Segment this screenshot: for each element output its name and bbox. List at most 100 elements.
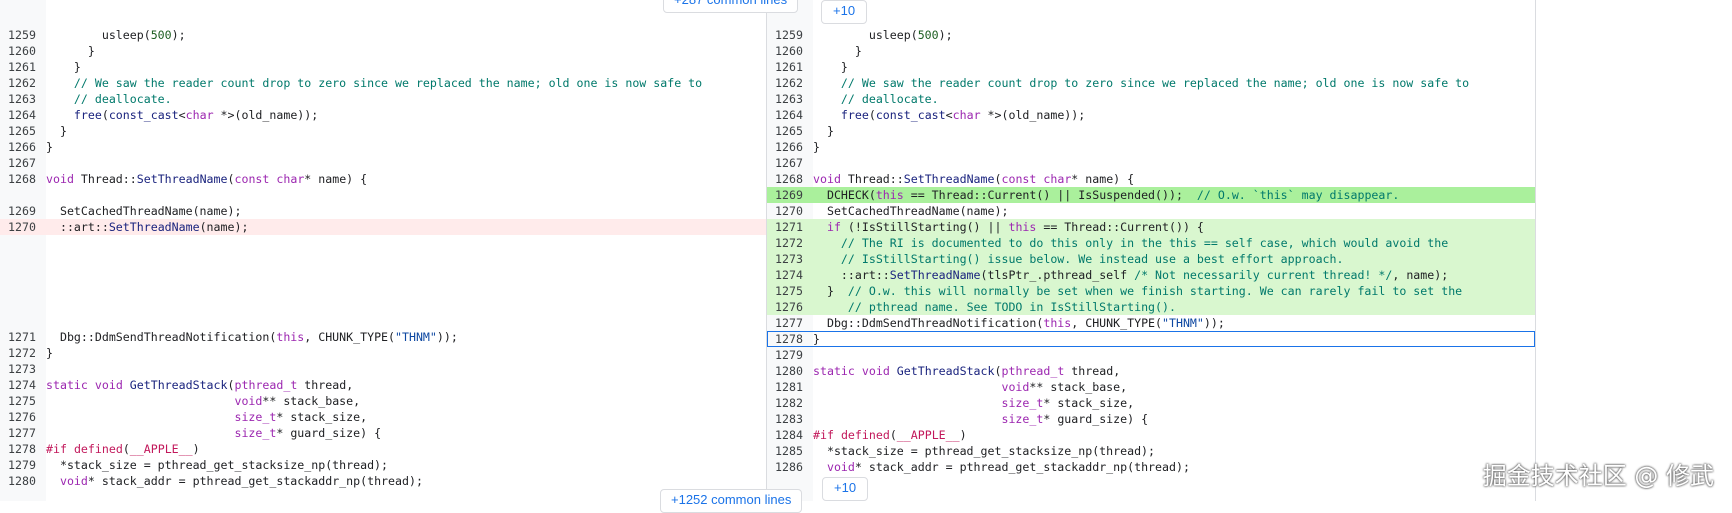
line-number[interactable]: 1268 [8,171,42,187]
left-diff-line[interactable]: 1271 Dbg::DdmSendThreadNotification(this… [0,329,766,345]
right-diff-line[interactable]: 1274 ::art::SetThreadName(tlsPtr_.pthrea… [767,267,1535,283]
left-diff-line[interactable]: 1260 } [0,43,766,59]
line-number[interactable]: 1264 [8,107,42,123]
right-diff-line[interactable]: 1272 // The RI is documented to do this … [767,235,1535,251]
left-diff-line[interactable]: 1266} [0,139,766,155]
right-diff-line[interactable]: 1275 } // O.w. this will normally be set… [767,283,1535,299]
left-diff-line[interactable]: 1274 static void GetThreadStack(pthread_t… [0,377,766,393]
left-diff-line[interactable]: 1269 SetCachedThreadName(name); [0,203,766,219]
line-number[interactable]: 1283 [775,411,809,427]
left-diff-line[interactable]: 1265 } [0,123,766,139]
right-diff-line[interactable]: 1261 } [767,59,1535,75]
right-diff-line[interactable]: 1286 void* stack_addr = pthread_get_stac… [767,459,1535,475]
right-diff-line[interactable]: 1277 Dbg::DdmSendThreadNotification(this… [767,315,1535,331]
line-number[interactable]: 1273 [775,251,809,267]
line-number[interactable]: 1278 [8,441,42,457]
right-diff-line[interactable]: 1273 // IsStillStarting() issue below. W… [767,251,1535,267]
right-diff-line[interactable]: 1271 if (!IsStillStarting() || this == T… [767,219,1535,235]
line-number[interactable]: 1276 [775,299,809,315]
left-diff-line[interactable]: 1270 ::art::SetThreadName(name); [0,219,766,235]
left-diff-line[interactable] [0,283,766,299]
line-number[interactable]: 1286 [775,459,809,475]
right-diff-line[interactable]: 1285 *stack_size = pthread_get_stacksize… [767,443,1535,459]
line-number[interactable]: 1276 [8,409,42,425]
left-diff-line[interactable]: 1273 [0,361,766,377]
left-diff-line[interactable] [0,251,766,267]
right-diff-line[interactable]: 1263 // deallocate. [767,91,1535,107]
left-diff-line[interactable]: 1268 void Thread::SetThreadName(const cha… [0,171,766,187]
line-number[interactable]: 1265 [775,123,809,139]
left-diff-line[interactable]: 1275 void** stack_base, [0,393,766,409]
line-number[interactable]: 1279 [775,347,809,363]
line-number[interactable]: 1267 [8,155,42,171]
left-diff-line[interactable]: 1280 void* stack_addr = pthread_get_stac… [0,473,766,489]
line-number[interactable]: 1263 [775,91,809,107]
right-diff-line[interactable]: 1259 usleep(500); [767,27,1535,43]
line-number[interactable]: 1274 [775,267,809,283]
line-number[interactable]: 1263 [8,91,42,107]
left-diff-line[interactable]: 1259 usleep(500); [0,27,766,43]
line-number[interactable]: 1269 [8,203,42,219]
line-number[interactable]: 1270 [775,203,809,219]
line-number[interactable]: 1259 [8,27,42,43]
line-number[interactable]: 1272 [8,345,42,361]
line-number[interactable]: 1260 [775,43,809,59]
line-number[interactable]: 1281 [775,379,809,395]
line-number[interactable]: 1277 [775,315,809,331]
expand-10-button-top[interactable]: +10 [821,0,868,24]
line-number[interactable]: 1261 [775,59,809,75]
right-diff-line[interactable]: 1268 void Thread::SetThreadName(const cha… [767,171,1535,187]
line-number[interactable]: 1261 [8,59,42,75]
left-diff-line[interactable]: 1261 } [0,59,766,75]
left-diff-line[interactable]: 1279 *stack_size = pthread_get_stacksize… [0,457,766,473]
line-number[interactable]: 1267 [775,155,809,171]
line-number[interactable]: 1285 [775,443,809,459]
right-diff-line[interactable]: 1276 // pthread name. See TODO in IsStil… [767,299,1535,315]
line-number[interactable]: 1262 [775,75,809,91]
right-diff-line[interactable]: 1283 size_t* guard_size) { [767,411,1535,427]
line-number[interactable]: 1260 [8,43,42,59]
right-diff-line[interactable]: 1267 [767,155,1535,171]
line-number[interactable]: 1269 [775,187,809,203]
line-number[interactable]: 1270 [8,219,42,235]
right-diff-line[interactable]: 1279 [767,347,1535,363]
left-diff-line[interactable]: 1263 // deallocate. [0,91,766,107]
right-diff-line[interactable]: 1284 #if defined(__APPLE__) [767,427,1535,443]
right-diff-line[interactable]: 1269 DCHECK(this == Thread::Current() ||… [767,187,1535,203]
left-diff-line[interactable] [0,299,766,315]
line-number[interactable]: 1266 [775,139,809,155]
right-diff-line[interactable]: 1266} [767,139,1535,155]
line-number[interactable]: 1271 [8,329,42,345]
line-number[interactable]: 1280 [8,473,42,489]
line-number[interactable]: 1273 [8,361,42,377]
right-diff-line[interactable]: 1265 } [767,123,1535,139]
line-number[interactable]: 1282 [775,395,809,411]
left-diff-line[interactable]: 1277 size_t* guard_size) { [0,425,766,441]
line-number[interactable]: 1262 [8,75,42,91]
left-diff-line[interactable]: 1264 free(const_cast<char *>(old_name)); [0,107,766,123]
common-lines-expander-bottom[interactable]: +1252 common lines [660,489,803,513]
line-number[interactable]: 1264 [775,107,809,123]
line-number[interactable]: 1274 [8,377,42,393]
left-diff-line[interactable] [0,188,766,204]
line-number[interactable]: 1280 [775,363,809,379]
line-number[interactable]: 1259 [775,27,809,43]
line-number[interactable]: 1278 [775,331,809,347]
line-number[interactable]: 1277 [8,425,42,441]
left-diff-line[interactable]: 1272} [0,345,766,361]
line-number[interactable]: 1284 [775,427,809,443]
expand-10-button-bottom[interactable]: +10 [822,477,869,501]
left-diff-line[interactable]: 1276 size_t* stack_size, [0,409,766,425]
line-number[interactable]: 1271 [775,219,809,235]
line-number[interactable]: 1272 [775,235,809,251]
left-diff-line[interactable]: 1267 [0,155,766,171]
right-diff-line[interactable]: 1278} [767,331,1535,347]
left-diff-line[interactable]: 1278 #if defined(__APPLE__) [0,441,766,457]
line-number[interactable]: 1275 [775,283,809,299]
line-number[interactable]: 1265 [8,123,42,139]
common-lines-expander-top[interactable]: +287 common lines [663,0,799,13]
right-diff-line[interactable]: 1281 void** stack_base, [767,379,1535,395]
right-diff-line[interactable]: 1260 } [767,43,1535,59]
left-diff-line[interactable] [0,267,766,283]
line-number[interactable]: 1266 [8,139,42,155]
